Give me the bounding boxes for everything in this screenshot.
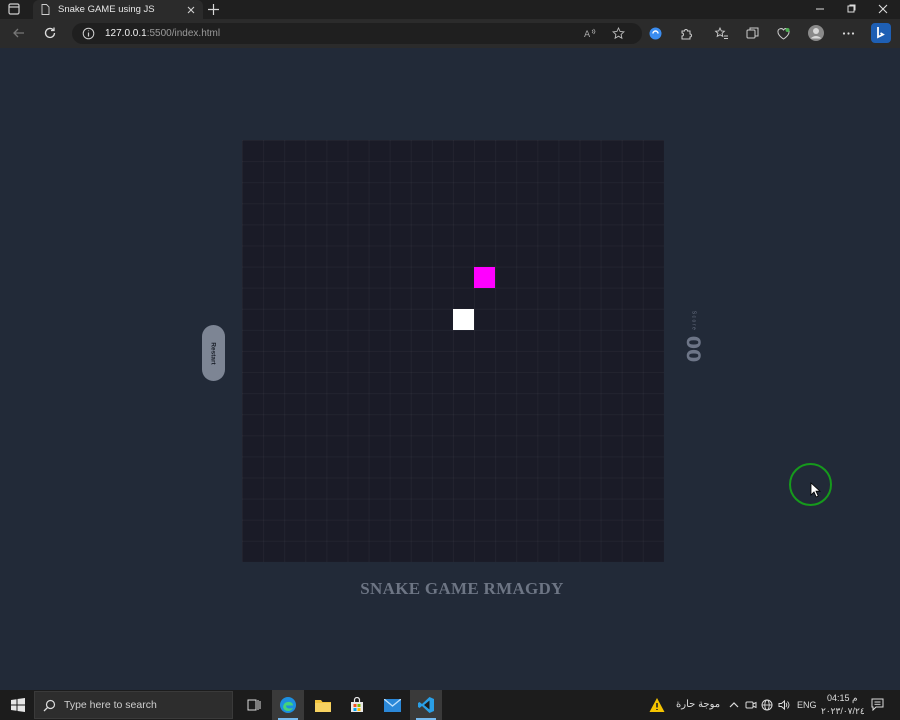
restore-icon[interactable] <box>844 2 858 16</box>
game-board[interactable] <box>242 140 664 562</box>
address-bar-row: 127.0.0.1:5500/index.html A <box>0 19 900 48</box>
refresh-icon[interactable] <box>43 26 57 40</box>
more-menu-icon[interactable] <box>841 26 856 41</box>
game-title: SNAKE GAME RMAGDY <box>360 579 564 598</box>
taskbar-search-box[interactable]: Type here to search <box>34 691 233 719</box>
taskbar-vscode-button[interactable] <box>410 690 442 720</box>
meet-now-icon[interactable] <box>745 699 757 711</box>
notifications-icon[interactable] <box>871 698 884 711</box>
food-cell <box>474 267 495 288</box>
clock-time[interactable]: 04:15 م <box>827 693 858 704</box>
favorites-icon[interactable] <box>714 26 729 41</box>
favorite-star-icon[interactable] <box>612 27 625 40</box>
taskbar-store-button[interactable] <box>341 690 373 720</box>
tab-actions-icon[interactable] <box>8 3 20 15</box>
tab-title: Snake GAME using JS <box>58 4 155 15</box>
language-indicator[interactable]: ENG <box>797 700 817 710</box>
weather-warning-icon[interactable] <box>649 697 665 713</box>
profile-avatar-icon[interactable] <box>807 24 825 42</box>
collections-icon[interactable] <box>745 26 760 41</box>
taskbar-mail-button[interactable] <box>376 690 408 720</box>
mail-icon <box>383 698 401 712</box>
browser-essentials-icon[interactable] <box>776 26 791 41</box>
chevron-up-icon[interactable] <box>728 699 740 711</box>
vscode-icon <box>418 697 434 713</box>
new-tab-icon[interactable] <box>207 3 220 16</box>
taskbar-explorer-button[interactable] <box>307 690 339 720</box>
extensions-puzzle-icon[interactable] <box>679 26 694 41</box>
folder-icon <box>315 700 331 712</box>
windows-start-icon[interactable] <box>11 698 25 712</box>
search-placeholder: Type here to search <box>64 699 157 711</box>
weather-text[interactable]: موجة حارة <box>676 699 720 710</box>
score-value: 00 <box>681 335 704 363</box>
store-icon <box>351 697 363 712</box>
clock-date[interactable]: ٢٠٢٣/٠٧/٢٤ <box>821 706 865 717</box>
bing-copilot-icon[interactable] <box>871 23 891 43</box>
score-label: Score <box>690 310 696 332</box>
url-field[interactable]: 127.0.0.1:5500/index.html A <box>72 23 642 44</box>
mouse-cursor-icon <box>810 482 821 498</box>
close-window-icon[interactable] <box>876 2 890 16</box>
close-tab-icon[interactable] <box>187 6 195 14</box>
extension-blue-icon[interactable] <box>648 26 663 41</box>
search-icon <box>43 699 56 711</box>
task-view-icon <box>247 699 261 711</box>
site-info-icon[interactable] <box>82 27 95 40</box>
snake-head <box>453 309 474 330</box>
page-icon <box>41 4 50 15</box>
read-aloud-icon[interactable]: A <box>584 27 597 40</box>
svg-text:A: A <box>584 30 591 40</box>
restart-label: Restart <box>210 341 217 365</box>
volume-icon[interactable] <box>778 699 790 711</box>
taskbar: Type here to search موجة حارة ENG 04:15 … <box>0 690 900 720</box>
network-globe-icon[interactable] <box>761 699 773 711</box>
tab-snake-game[interactable]: Snake GAME using JS <box>33 0 203 19</box>
task-view-button[interactable] <box>238 690 270 720</box>
restart-button[interactable]: Restart <box>202 325 225 381</box>
taskbar-edge-button[interactable] <box>272 690 304 720</box>
tab-bar: Snake GAME using JS <box>0 0 900 19</box>
score-panel: Score 00 <box>678 300 708 390</box>
url-host: 127.0.0.1 <box>105 28 147 39</box>
edge-icon <box>280 697 296 713</box>
back-arrow-icon[interactable] <box>12 26 26 40</box>
url-path: :5500/index.html <box>146 28 221 39</box>
minimize-icon[interactable] <box>813 2 827 16</box>
